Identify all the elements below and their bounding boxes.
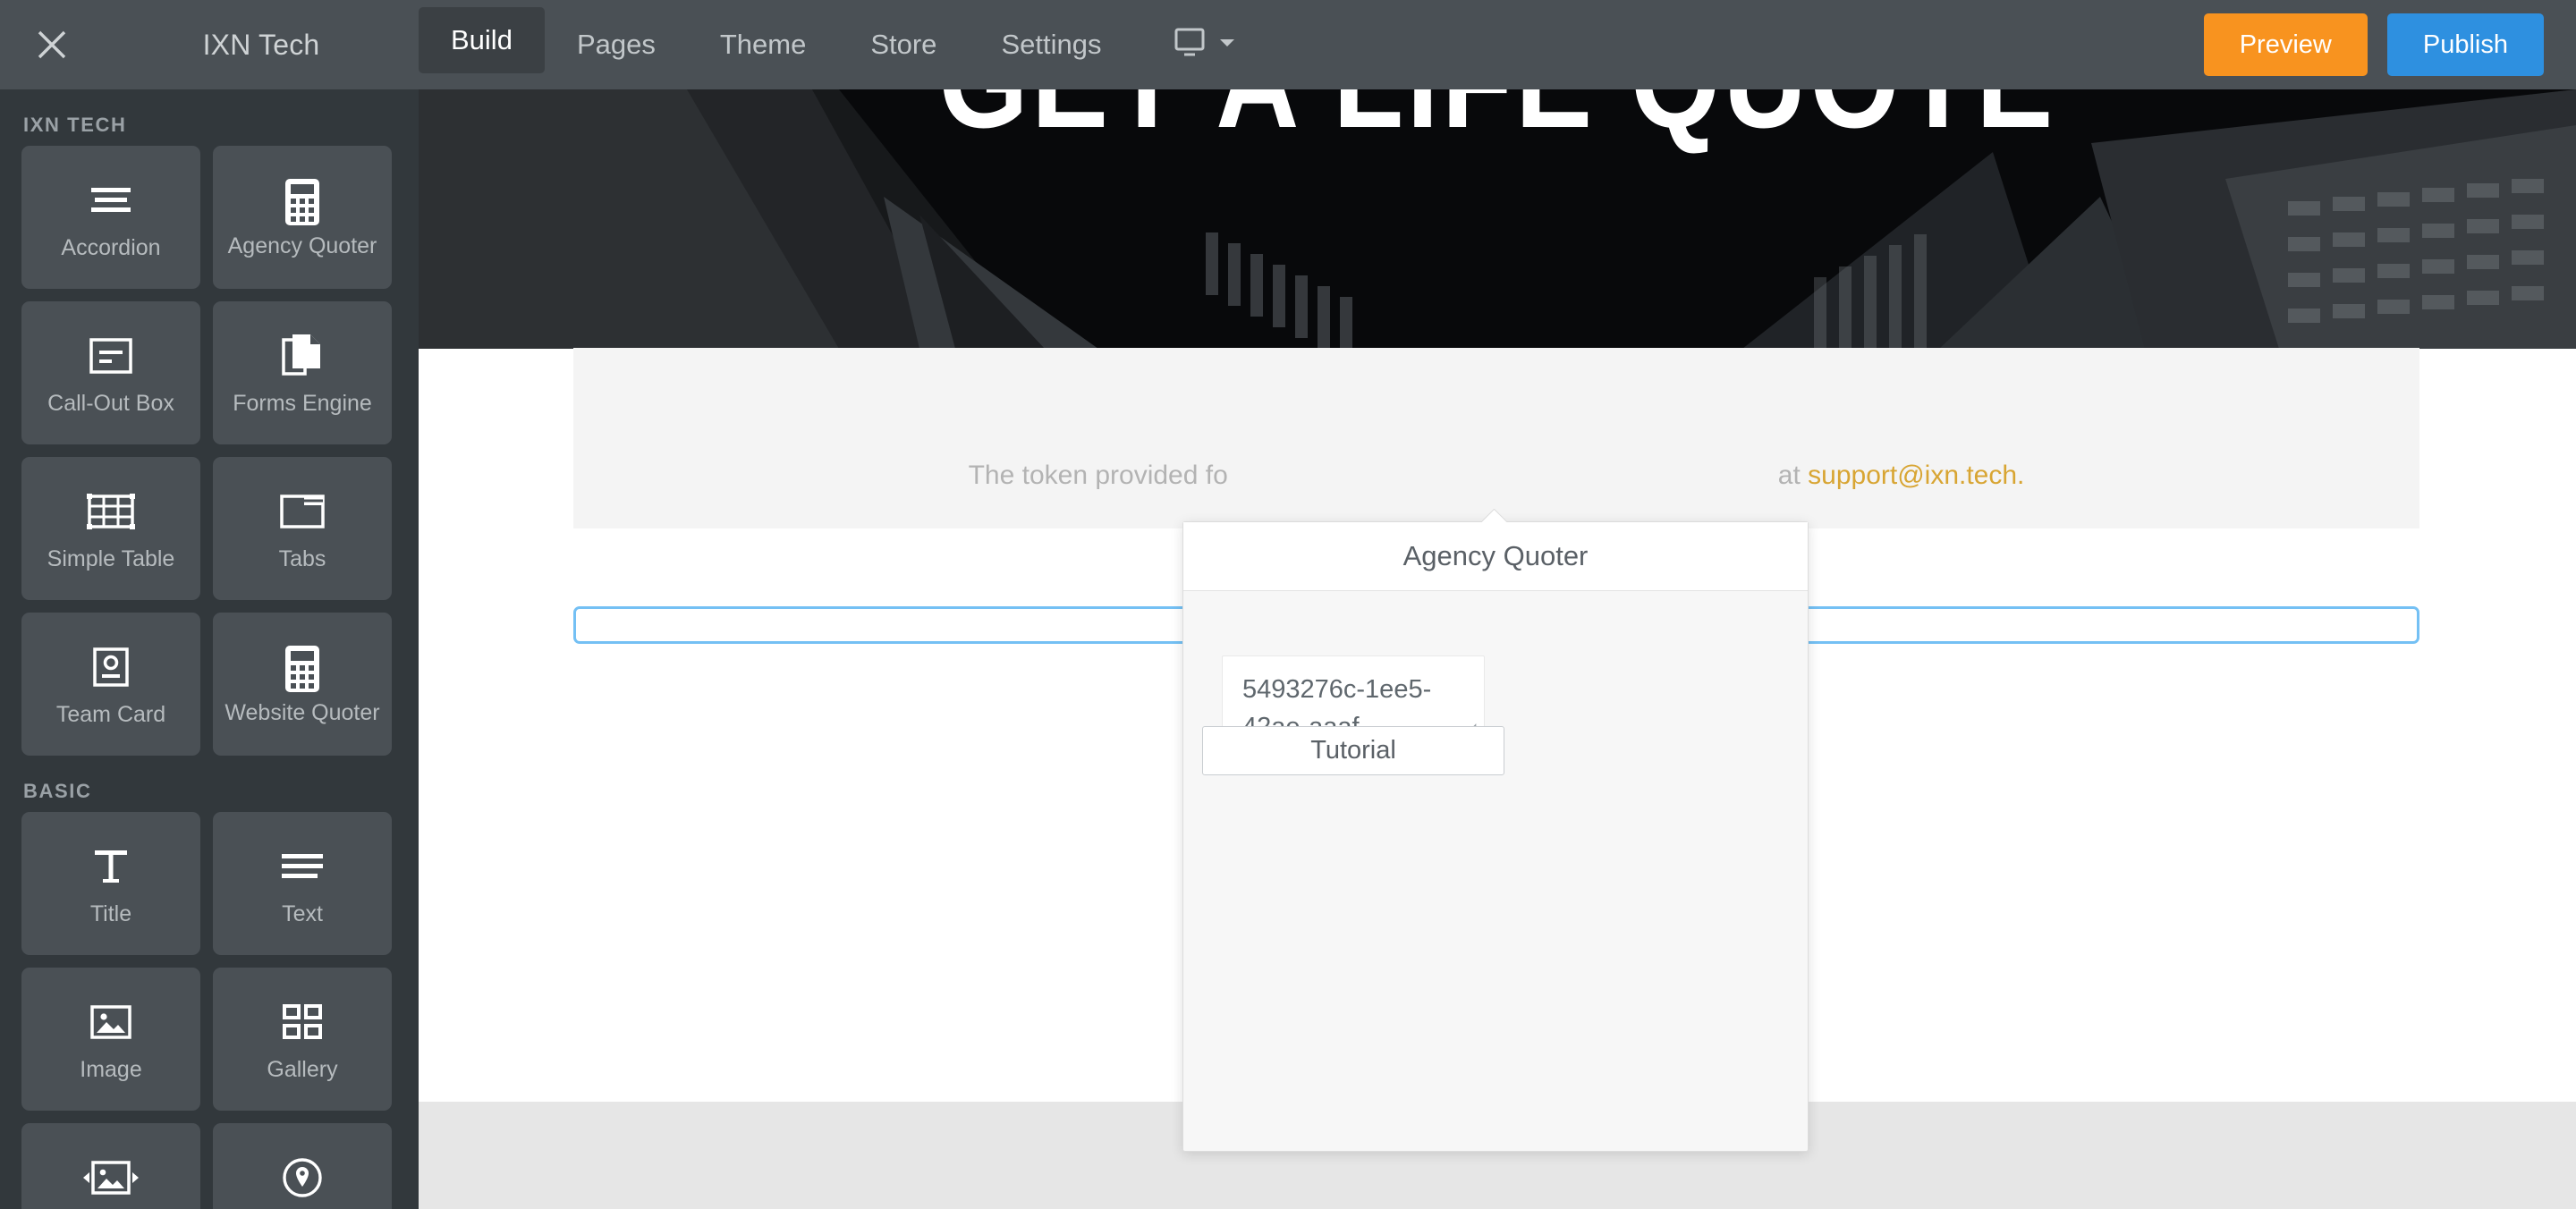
calculator-icon xyxy=(284,176,320,228)
hero-section[interactable]: GET A LIFE QUOTE xyxy=(419,89,2576,349)
callout-box-icon xyxy=(89,330,132,382)
support-email-link[interactable]: support@ixn.tech. xyxy=(1808,461,2024,490)
app-root: IXN Tech Build Pages Theme Store Setting… xyxy=(0,0,2576,1209)
sidebar-item-label: Forms Engine xyxy=(233,391,372,416)
publish-button[interactable]: Publish xyxy=(2386,13,2544,76)
modal-caret-icon xyxy=(1482,509,1507,522)
token-message-suffix: at xyxy=(1777,461,1809,490)
sidebar-item-tabs[interactable]: Tabs xyxy=(213,457,392,600)
sidebar-item-label: Image xyxy=(80,1057,142,1082)
sidebar-item-agency-quoter[interactable]: Agency Quoter xyxy=(213,146,392,289)
table-grid-icon xyxy=(87,486,135,537)
sidebar-item-label: Simple Table xyxy=(47,546,175,571)
image-picture-icon xyxy=(90,996,131,1048)
topbar-actions: Preview Publish xyxy=(2203,0,2576,89)
sidebar-item-image[interactable]: Image xyxy=(21,968,200,1111)
sidebar-item-title[interactable]: Title xyxy=(21,812,200,955)
content-card[interactable]: The token provided foxxxxxxxxxxxxxxxxxxx… xyxy=(573,348,2419,528)
sidebar-item-label: Team Card xyxy=(55,702,166,727)
sidebar-item-simple-table[interactable]: Simple Table xyxy=(21,457,200,600)
modal-title: Agency Quoter xyxy=(1183,522,1808,591)
hero-title[interactable]: GET A LIFE QUOTE xyxy=(570,89,2425,158)
agency-quoter-modal[interactable]: Agency Quoter ◢ Tutorial xyxy=(1182,509,1809,1152)
calculator-icon xyxy=(284,643,320,695)
sidebar-item-label: Title xyxy=(89,901,132,926)
title-t-icon xyxy=(92,841,130,892)
gallery-squares-icon xyxy=(283,996,322,1048)
map-pin-circle-icon xyxy=(282,1152,323,1204)
main-tabs: Build Pages Theme Store Settings xyxy=(419,0,1133,89)
documents-stack-icon xyxy=(282,330,323,382)
tab-theme[interactable]: Theme xyxy=(688,0,838,89)
sidebar-item-website-quoter[interactable]: Website Quoter xyxy=(213,613,392,756)
close-button[interactable] xyxy=(0,0,104,89)
sidebar-item-label: Accordion xyxy=(61,235,161,260)
sidebar-item-text[interactable]: Text xyxy=(213,812,392,955)
preview-button[interactable]: Preview xyxy=(2203,13,2368,76)
tutorial-button[interactable]: Tutorial xyxy=(1202,726,1504,775)
modal-body: ◢ Tutorial xyxy=(1183,591,1808,1152)
token-message-prefix: The token provided fo xyxy=(968,461,1228,490)
desktop-monitor-icon xyxy=(1174,28,1210,63)
close-icon xyxy=(36,29,68,61)
tab-store[interactable]: Store xyxy=(838,0,969,89)
accordion-lines-icon xyxy=(90,174,131,226)
sidebar-group-ixn-tech: Accordion Agency Quoter Call-Out Box For… xyxy=(0,146,419,756)
sidebar-item-label: Tabs xyxy=(278,546,326,571)
sidebar-item-call-out-box[interactable]: Call-Out Box xyxy=(21,301,200,444)
sidebar-item-label: Text xyxy=(282,901,323,926)
top-bar: IXN Tech Build Pages Theme Store Setting… xyxy=(0,0,2576,89)
tabs-window-icon xyxy=(280,486,325,537)
sidebar-item-slideshow[interactable]: Slideshow xyxy=(21,1123,200,1209)
device-preview-selector[interactable] xyxy=(1133,0,1262,89)
tab-settings[interactable]: Settings xyxy=(969,0,1133,89)
sidebar-group-basic: Title Text Image Gallery xyxy=(0,812,419,1209)
sidebar-item-gallery[interactable]: Gallery xyxy=(213,968,392,1111)
tab-pages[interactable]: Pages xyxy=(545,0,688,89)
sidebar-group-label-ixn: IXN TECH xyxy=(23,114,127,136)
sidebar-item-accordion[interactable]: Accordion xyxy=(21,146,200,289)
person-card-icon xyxy=(93,641,129,693)
sidebar-item-label: Agency Quoter xyxy=(227,233,377,258)
sidebar-item-team-card[interactable]: Team Card xyxy=(21,613,200,756)
sidebar-item-map[interactable]: Map xyxy=(213,1123,392,1209)
token-input[interactable] xyxy=(1222,655,1485,733)
site-title: IXN Tech xyxy=(202,28,320,61)
text-lines-icon xyxy=(281,841,324,892)
token-message: The token provided foxxxxxxxxxxxxxxxxxxx… xyxy=(573,461,2419,491)
chevron-down-icon xyxy=(1219,37,1235,53)
element-sidebar[interactable]: IXN TECH Accordion Agency Quoter Call-Ou… xyxy=(0,89,419,1209)
sidebar-item-label: Call-Out Box xyxy=(47,391,174,416)
sidebar-item-forms-engine[interactable]: Forms Engine xyxy=(213,301,392,444)
slideshow-arrows-icon xyxy=(82,1152,140,1204)
sidebar-item-label: Gallery xyxy=(267,1057,338,1082)
tab-build[interactable]: Build xyxy=(419,7,545,73)
sidebar-group-label-basic: BASIC xyxy=(23,780,92,802)
sidebar-item-label: Website Quoter xyxy=(225,700,380,725)
